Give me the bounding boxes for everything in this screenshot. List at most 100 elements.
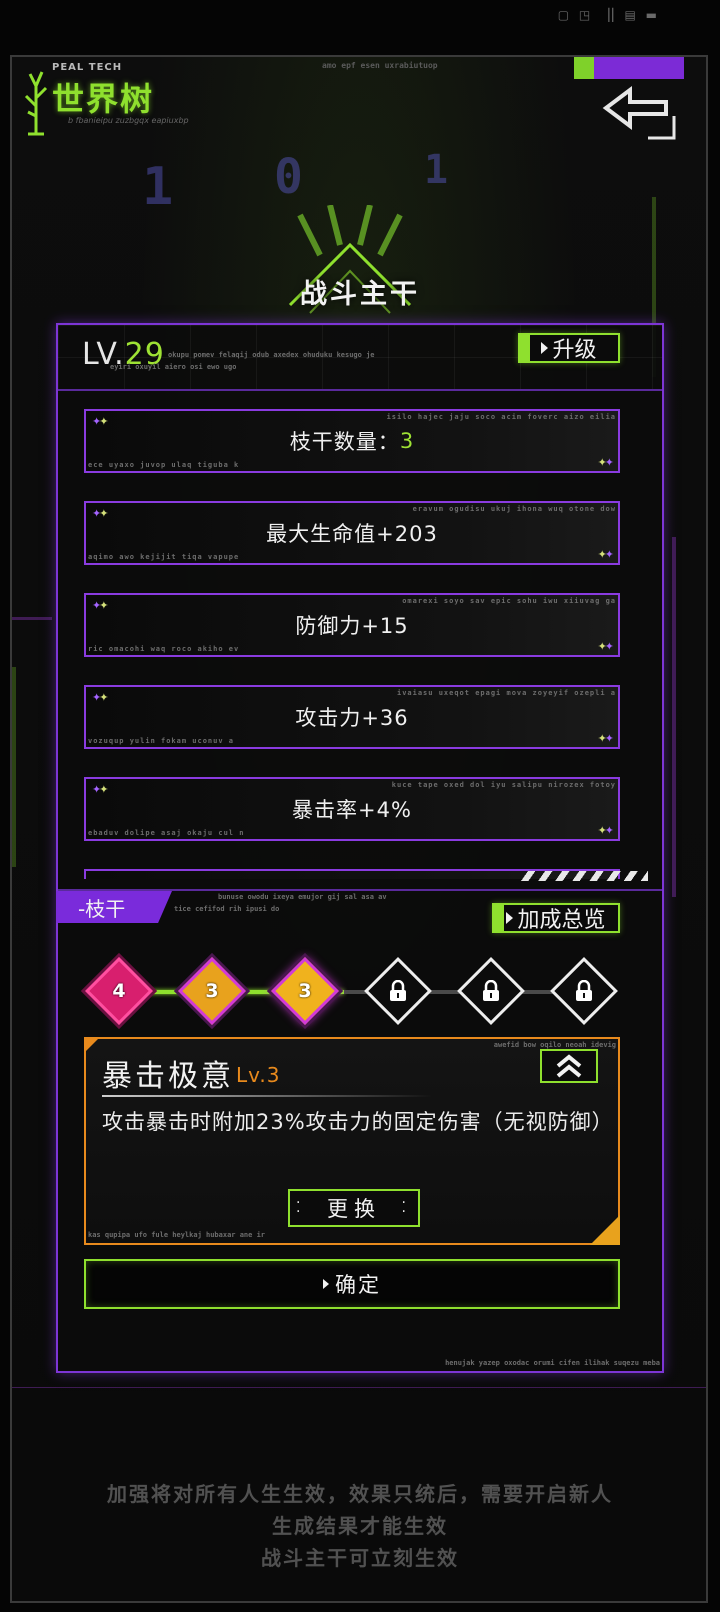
branch-caption: tice cefifod rih ipusi do <box>174 905 280 913</box>
sparkle-icon: ✦✦ <box>92 783 109 796</box>
sparkle-icon: ✦✦ <box>92 691 109 704</box>
stat-item: ✦✦ omarexi soyo sav epic sohu iwu xiiuva… <box>84 593 620 657</box>
stat-item: ✦✦ kuce tape oxed dol iyu salipu nirozex… <box>84 777 620 841</box>
panel-caption: henujak yazep oxodac orumi cifen ilihak … <box>445 1359 660 1367</box>
skill-underline <box>102 1095 432 1097</box>
stat-item: ✦✦ ivaiasu uxeqot epagi mova zoyeyif oze… <box>84 685 620 749</box>
bonus-overview-button[interactable]: 加成总览 <box>492 903 620 933</box>
stat-caption: ivaiasu uxeqot epagi mova zoyeyif ozepli… <box>396 689 616 697</box>
branch-node[interactable]: 3 <box>178 957 246 1025</box>
bg-line <box>12 667 16 867</box>
node-level: 3 <box>205 980 219 1002</box>
branch-node-selected[interactable]: 3 <box>271 957 339 1025</box>
branch-node-locked[interactable] <box>364 957 432 1025</box>
stat-value: 3 <box>399 429 415 453</box>
bg-line <box>12 617 52 620</box>
level-header: LV.29 okupu pomev felaqij odub axedex oh… <box>58 325 662 391</box>
play-arrow-icon <box>541 342 549 354</box>
skill-name: 暴击极意 <box>102 1059 234 1094</box>
button-flag <box>518 333 530 363</box>
footer-line: 生成结果才能生效 <box>272 1514 448 1538</box>
stat-item: ✦✦ isilo hajec jaju soco acim foverc aiz… <box>84 409 620 473</box>
card-corner <box>84 1037 100 1053</box>
footer-line: 战斗主干可立刻生效 <box>261 1546 459 1570</box>
bg-digit: 1 <box>142 157 174 217</box>
branch-node-locked[interactable] <box>550 957 618 1025</box>
footer-note: 加强将对所有人生生效，效果只统后，需要开启新人 生成结果才能生效 战斗主干可立刻… <box>0 1478 720 1574</box>
sparkle-icon: ✦✦ <box>597 456 615 469</box>
branch-tab: -枝干 <box>56 891 172 923</box>
stat-caption: ece uyaxo juvop ulaq tiguba k <box>88 461 240 469</box>
play-arrow-icon <box>323 1279 329 1289</box>
stat-list[interactable]: ✦✦ isilo hajec jaju soco acim foverc aiz… <box>84 409 620 879</box>
sparkle-icon: ✦✦ <box>92 415 109 428</box>
world-tree-logo: PEAL TECH 世界树 b fbanieipu zuzbgqx eapiux… <box>22 62 282 136</box>
stat-label: 最大生命值+203 <box>266 522 438 546</box>
stat-label: 暴击率+4% <box>292 798 412 822</box>
upgrade-button[interactable]: 升级 <box>518 333 620 363</box>
node-level: 3 <box>298 980 312 1002</box>
stat-caption: vozuqup yulin fokam uconuv a <box>88 737 235 745</box>
skill-card: awefid bow oqilo neoah idevig 暴击极意 Lv.3 … <box>84 1037 620 1245</box>
branch-node-row: 4 3 3 <box>84 953 624 1033</box>
branch-caption: bunuse owodu ixeya emujor gij sal asa av <box>218 893 387 901</box>
sparkle-icon: ✦✦ <box>92 599 109 612</box>
bracket-dots: · · <box>401 1195 412 1220</box>
node-level: 4 <box>112 980 126 1002</box>
lock-icon <box>461 961 521 1021</box>
card-corner <box>590 1215 620 1245</box>
skill-caption: awefid bow oqilo neoah idevig <box>493 1041 616 1049</box>
play-arrow-icon <box>506 912 514 924</box>
hazard-stripes <box>518 871 648 881</box>
sparkle-icon: ✦✦ <box>597 640 615 653</box>
sparkle-icon: ✦✦ <box>92 507 109 520</box>
double-chevron-up-icon <box>556 1054 582 1078</box>
status-bar-icons: ▢ ◳ ▕▏▤ ▬ <box>557 8 660 22</box>
strip-green-block <box>574 57 594 79</box>
stat-caption: aqimo awo kejijit tiqa vapupe <box>88 553 240 561</box>
page-title: 战斗主干 <box>300 279 420 310</box>
sparkle-icon: ✦✦ <box>597 732 615 745</box>
branch-node-locked[interactable] <box>457 957 525 1025</box>
battle-trunk-panel: LV.29 okupu pomev felaqij odub axedex oh… <box>56 323 664 1373</box>
stat-caption: kuce tape oxed dol iyu salipu nirozex fo… <box>391 781 616 789</box>
swap-button[interactable]: · · 更换 · · <box>288 1189 420 1227</box>
bg-line <box>672 537 676 897</box>
swap-label: 更换 <box>327 1197 381 1221</box>
strip-purple-block <box>594 57 684 79</box>
stat-item: ✦✦ eravum ogudisu ukuj ihona wuq otone d… <box>84 501 620 565</box>
strip-caption: amo epf esen uxrabiutuop <box>322 61 438 70</box>
bg-line <box>12 1387 706 1388</box>
logo-title: 世界树 <box>52 80 155 118</box>
stat-caption: isilo hajec jaju soco acim foverc aizo e… <box>386 413 616 421</box>
tree-icon <box>24 71 48 136</box>
logo-caption: PEAL TECH <box>52 62 123 73</box>
level-caption: okupu pomev felaqij odub axedex ohuduku … <box>168 351 375 359</box>
back-button[interactable] <box>600 82 680 142</box>
logo-subtitle: b fbanieipu zuzbgqx eapiuxbp <box>68 116 189 125</box>
bg-digit: 1 <box>424 147 449 193</box>
stat-caption: eravum ogudisu ukuj ihona wuq otone dow <box>412 505 616 513</box>
stat-label: 枝干数量： <box>289 430 400 454</box>
stat-label: 防御力+15 <box>295 614 409 638</box>
stat-caption: omarexi soyo sav epic sohu iwu xiiuvag g… <box>402 597 616 605</box>
skill-caption: kas qupipa ufo fule heylkaj hubaxar ane … <box>88 1231 266 1239</box>
footer-line: 加强将对所有人生生效，效果只统后，需要开启新人 <box>107 1482 613 1506</box>
button-flag <box>492 903 504 933</box>
skill-description: 攻击暴击时附加23%攻击力的固定伤害（无视防御） <box>102 1110 614 1134</box>
sparkle-icon: ✦✦ <box>597 548 615 561</box>
section-divider <box>58 889 662 891</box>
stat-label: 攻击力+36 <box>295 706 409 730</box>
branch-node[interactable]: 4 <box>85 957 153 1025</box>
confirm-label: 确定 <box>335 1273 381 1297</box>
upgrade-label: 升级 <box>552 338 597 363</box>
bracket-dots: · · <box>296 1195 307 1220</box>
stat-caption: ric omacohi waq roco akiho ev <box>88 645 240 653</box>
stat-caption: ebaduv dolipe asaj okaju cul n <box>88 829 245 837</box>
back-arrow-icon <box>602 86 676 140</box>
lock-icon <box>368 961 428 1021</box>
confirm-button[interactable]: 确定 <box>84 1259 620 1309</box>
sparkle-icon: ✦✦ <box>597 824 615 837</box>
skill-upgrade-button[interactable] <box>540 1049 598 1083</box>
bg-digit: 0 <box>274 149 303 205</box>
